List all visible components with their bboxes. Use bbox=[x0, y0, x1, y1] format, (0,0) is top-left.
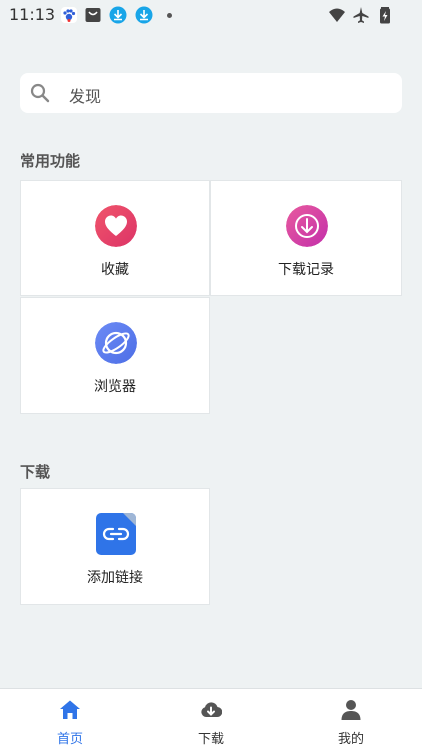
home-icon bbox=[60, 700, 80, 719]
section-title-download: 下载 bbox=[20, 463, 51, 481]
cloud-download-icon bbox=[201, 702, 222, 718]
shopping-bag-icon bbox=[85, 8, 101, 22]
status-bar: 11:13 bbox=[0, 0, 422, 30]
nav-home[interactable]: 首页 bbox=[10, 695, 130, 747]
nav-label: 下载 bbox=[197, 732, 224, 747]
airplane-mode-icon bbox=[353, 7, 369, 23]
nav-label: 首页 bbox=[56, 732, 83, 747]
nav-label: 我的 bbox=[337, 732, 364, 747]
download-arrow-icon bbox=[286, 205, 328, 247]
wifi-icon bbox=[329, 8, 345, 22]
paw-app-icon bbox=[61, 7, 77, 23]
bottom-nav: 首页 下载 我的 bbox=[0, 688, 422, 751]
status-time: 11:13 bbox=[9, 5, 56, 24]
user-icon bbox=[341, 700, 361, 720]
search-icon bbox=[30, 83, 50, 103]
tile-download-history[interactable]: 下载记录 bbox=[210, 180, 402, 296]
search-input[interactable]: 发现 bbox=[69, 83, 101, 107]
heart-icon bbox=[95, 205, 137, 247]
tile-label: 浏览器 bbox=[94, 379, 136, 395]
battery-charging-icon bbox=[380, 7, 390, 24]
download-notification-icon bbox=[109, 6, 127, 24]
tile-browser[interactable]: 浏览器 bbox=[20, 297, 210, 414]
search-bar[interactable]: 发现 bbox=[20, 73, 402, 113]
link-file-icon bbox=[96, 513, 136, 555]
section-title-common: 常用功能 bbox=[20, 152, 81, 170]
planet-icon bbox=[95, 322, 137, 364]
tile-label: 添加链接 bbox=[87, 570, 143, 586]
nav-download[interactable]: 下载 bbox=[151, 695, 271, 747]
tile-add-link[interactable]: 添加链接 bbox=[20, 488, 210, 605]
download-notification-icon bbox=[135, 6, 153, 24]
more-notifications-icon bbox=[167, 13, 172, 18]
tile-favorites[interactable]: 收藏 bbox=[20, 180, 210, 296]
nav-profile[interactable]: 我的 bbox=[291, 695, 411, 747]
tile-label: 收藏 bbox=[101, 262, 129, 278]
tile-label: 下载记录 bbox=[278, 262, 334, 278]
